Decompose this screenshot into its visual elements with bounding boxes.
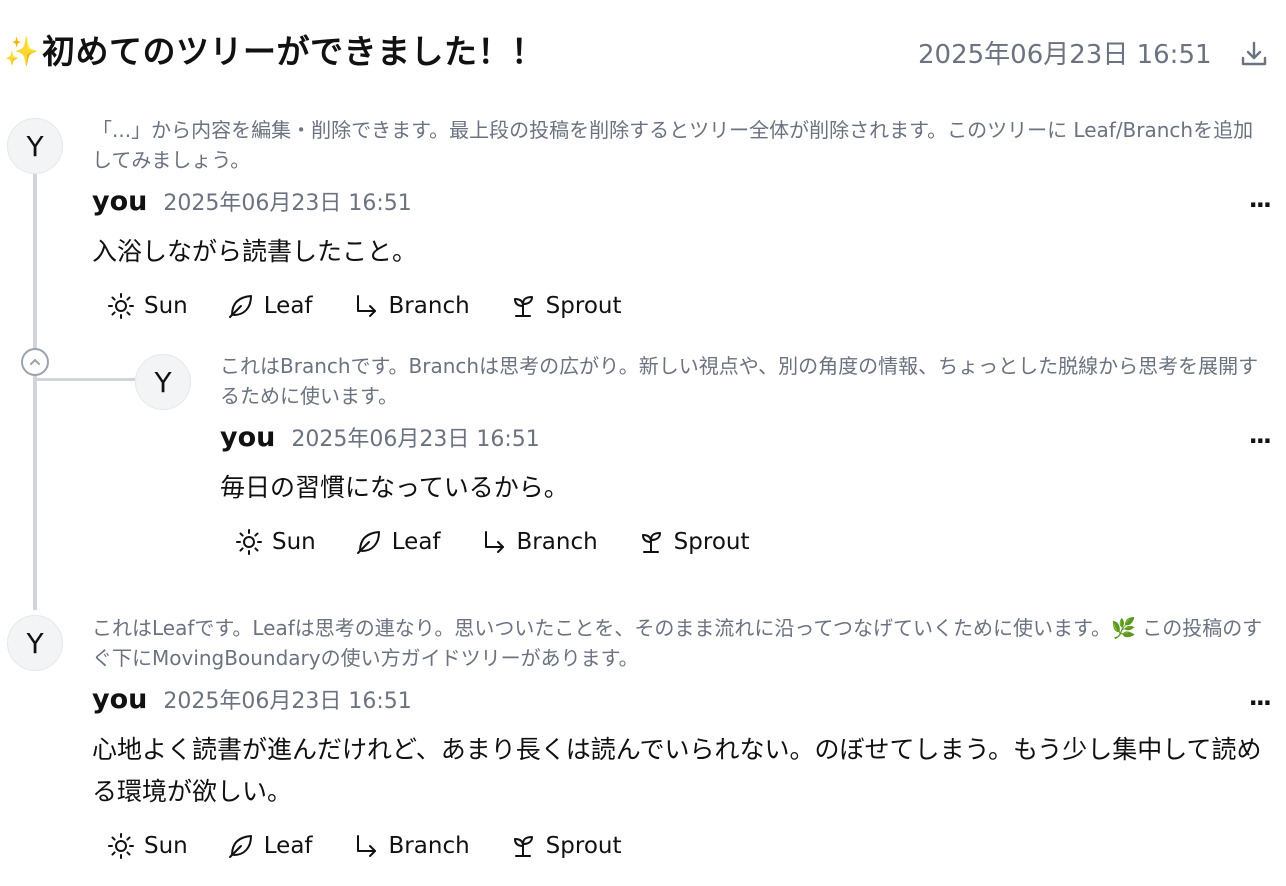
post-meta: you 2025年06月23日 16:51 ... bbox=[92, 185, 1272, 219]
sprout-icon bbox=[513, 296, 533, 317]
post-note: これはLeafです。Leafは思考の連なり。思いついたことを、そのまま流れに沿っ… bbox=[92, 616, 1263, 670]
leaf-button[interactable]: Leaf bbox=[226, 291, 313, 321]
post-actions: Sun Leaf Branch Sprout bbox=[106, 829, 1270, 863]
post-author[interactable]: you bbox=[92, 185, 147, 219]
leaf-label: Leaf bbox=[263, 833, 313, 859]
chevron-up-icon bbox=[30, 359, 40, 365]
post-author[interactable]: you bbox=[220, 421, 275, 455]
post-author[interactable]: you bbox=[92, 683, 147, 717]
branch-icon bbox=[356, 835, 376, 857]
branch-label: Branch bbox=[388, 293, 470, 319]
sun-label: Sun bbox=[144, 833, 188, 859]
post-date: 2025年06月23日 16:51 bbox=[163, 191, 412, 216]
leaf-label: Leaf bbox=[263, 293, 313, 319]
sun-icon bbox=[108, 833, 134, 859]
more-options-button[interactable]: ... bbox=[1249, 423, 1272, 447]
sprout-label: Sprout bbox=[545, 293, 622, 319]
avatar[interactable]: Y bbox=[7, 118, 63, 174]
branch-button[interactable]: Branch bbox=[351, 291, 470, 321]
post-meta: you 2025年06月23日 16:51 ... bbox=[220, 421, 1272, 455]
branch-button[interactable]: Branch bbox=[479, 527, 598, 557]
branch-label: Branch bbox=[388, 833, 470, 859]
sun-icon bbox=[108, 293, 134, 319]
thread-line-branch-connector bbox=[37, 378, 135, 381]
more-options-button[interactable]: ... bbox=[1249, 685, 1272, 709]
sun-button[interactable]: Sun bbox=[106, 291, 188, 321]
post-actions: Sun Leaf Branch Sprout bbox=[106, 289, 1270, 323]
sprout-label: Sprout bbox=[545, 833, 622, 859]
branch-icon bbox=[356, 295, 376, 317]
leaf-button[interactable]: Leaf bbox=[354, 527, 441, 557]
sprout-button[interactable]: Sprout bbox=[508, 291, 622, 321]
title-wrap: ✨ 初めてのツリーができました！！ bbox=[4, 30, 545, 74]
post-date: 2025年06月23日 16:51 bbox=[163, 689, 412, 714]
avatar[interactable]: Y bbox=[7, 615, 63, 671]
sprout-label: Sprout bbox=[673, 529, 750, 555]
leaf-icon bbox=[228, 835, 252, 858]
tree-date: 2025年06月23日 16:51 bbox=[918, 40, 1212, 70]
branch-icon bbox=[484, 531, 504, 553]
post-branch: これはBranchです。Branchは思考の広がり。新しい視点や、別の角度の情報… bbox=[220, 351, 1272, 559]
thread-line-main bbox=[33, 174, 37, 610]
leaf-icon bbox=[356, 531, 380, 554]
post-meta: you 2025年06月23日 16:51 ... bbox=[92, 683, 1272, 717]
post-body: 毎日の習慣になっているから。 bbox=[220, 473, 569, 502]
post-body: 心地よく読書が進んだけれど、あまり長くは読んでいられない。のぼせてしまう。もう少… bbox=[92, 735, 1262, 806]
sprout-button[interactable]: Sprout bbox=[508, 831, 622, 861]
post-actions: Sun Leaf Branch Sprout bbox=[234, 525, 1270, 559]
tree-header: ✨ 初めてのツリーができました！！ 2025年06月23日 16:51 bbox=[0, 0, 1286, 100]
post-leaf: これはLeafです。Leafは思考の連なり。思いついたことを、そのまま流れに沿っ… bbox=[92, 613, 1272, 863]
leaf-button[interactable]: Leaf bbox=[226, 831, 313, 861]
sun-label: Sun bbox=[144, 293, 188, 319]
sparkle-icon: ✨ bbox=[4, 35, 39, 68]
sun-button[interactable]: Sun bbox=[234, 527, 316, 557]
collapse-branch-button[interactable] bbox=[21, 348, 49, 376]
more-options-button[interactable]: ... bbox=[1249, 187, 1272, 211]
page-title: 初めてのツリーができました！！ bbox=[42, 32, 545, 71]
post-note: これはBranchです。Branchは思考の広がり。新しい視点や、別の角度の情報… bbox=[220, 354, 1259, 408]
sun-label: Sun bbox=[272, 529, 316, 555]
post-body: 入浴しながら読書したこと。 bbox=[92, 237, 418, 266]
avatar-initial: Y bbox=[26, 626, 44, 660]
sun-icon bbox=[236, 529, 262, 555]
sprout-button[interactable]: Sprout bbox=[636, 527, 750, 557]
post-root: 「...」から内容を編集・削除できます。最上段の投稿を削除するとツリー全体が削除… bbox=[92, 115, 1272, 323]
sprout-icon bbox=[641, 532, 661, 553]
leaf-label: Leaf bbox=[391, 529, 441, 555]
avatar-initial: Y bbox=[154, 365, 172, 399]
avatar[interactable]: Y bbox=[135, 354, 191, 410]
branch-label: Branch bbox=[516, 529, 598, 555]
sprout-icon bbox=[513, 836, 533, 857]
avatar-initial: Y bbox=[26, 129, 44, 163]
post-date: 2025年06月23日 16:51 bbox=[291, 427, 540, 452]
branch-button[interactable]: Branch bbox=[351, 831, 470, 861]
sun-button[interactable]: Sun bbox=[106, 831, 188, 861]
leaf-icon bbox=[228, 295, 252, 318]
post-note: 「...」から内容を編集・削除できます。最上段の投稿を削除するとツリー全体が削除… bbox=[92, 118, 1254, 172]
download-icon[interactable] bbox=[1238, 38, 1270, 70]
